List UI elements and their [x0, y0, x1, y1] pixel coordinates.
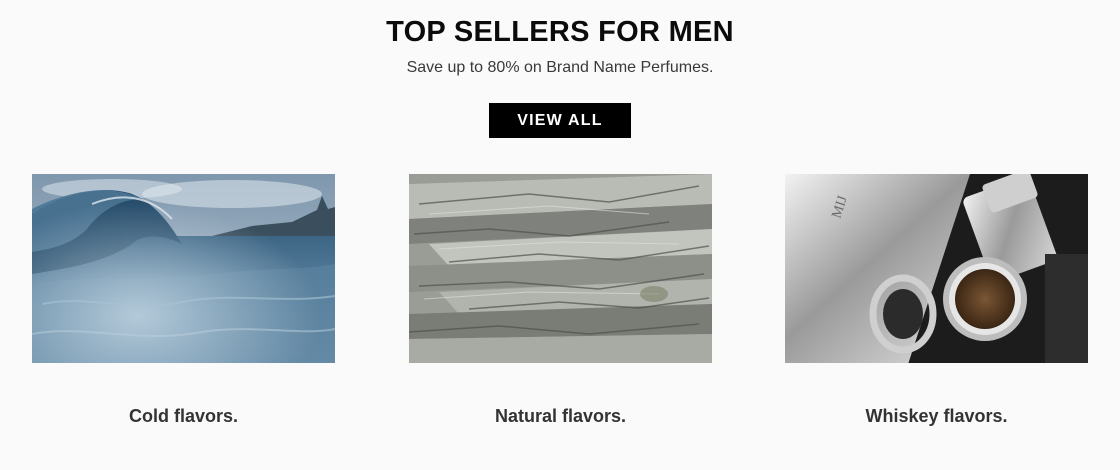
card-label-whiskey[interactable]: Whiskey flavors. — [785, 406, 1088, 427]
ocean-wave-image[interactable] — [32, 174, 335, 363]
whiskey-flask-image[interactable]: MIJ — [785, 174, 1088, 363]
tree-bark-image[interactable] — [409, 174, 712, 363]
view-all-button[interactable]: VIEW ALL — [489, 103, 631, 138]
card-label-cold[interactable]: Cold flavors. — [32, 406, 335, 427]
card-label-natural[interactable]: Natural flavors. — [409, 406, 712, 427]
product-card-natural[interactable]: Natural flavors. — [409, 174, 712, 426]
section-title: TOP SELLERS FOR MEN — [386, 16, 734, 48]
product-card-cold[interactable]: Cold flavors. — [32, 174, 335, 426]
section-subtitle: Save up to 80% on Brand Name Perfumes. — [406, 59, 714, 76]
product-card-whiskey[interactable]: MIJ Whiskey flavors. — [785, 174, 1088, 426]
